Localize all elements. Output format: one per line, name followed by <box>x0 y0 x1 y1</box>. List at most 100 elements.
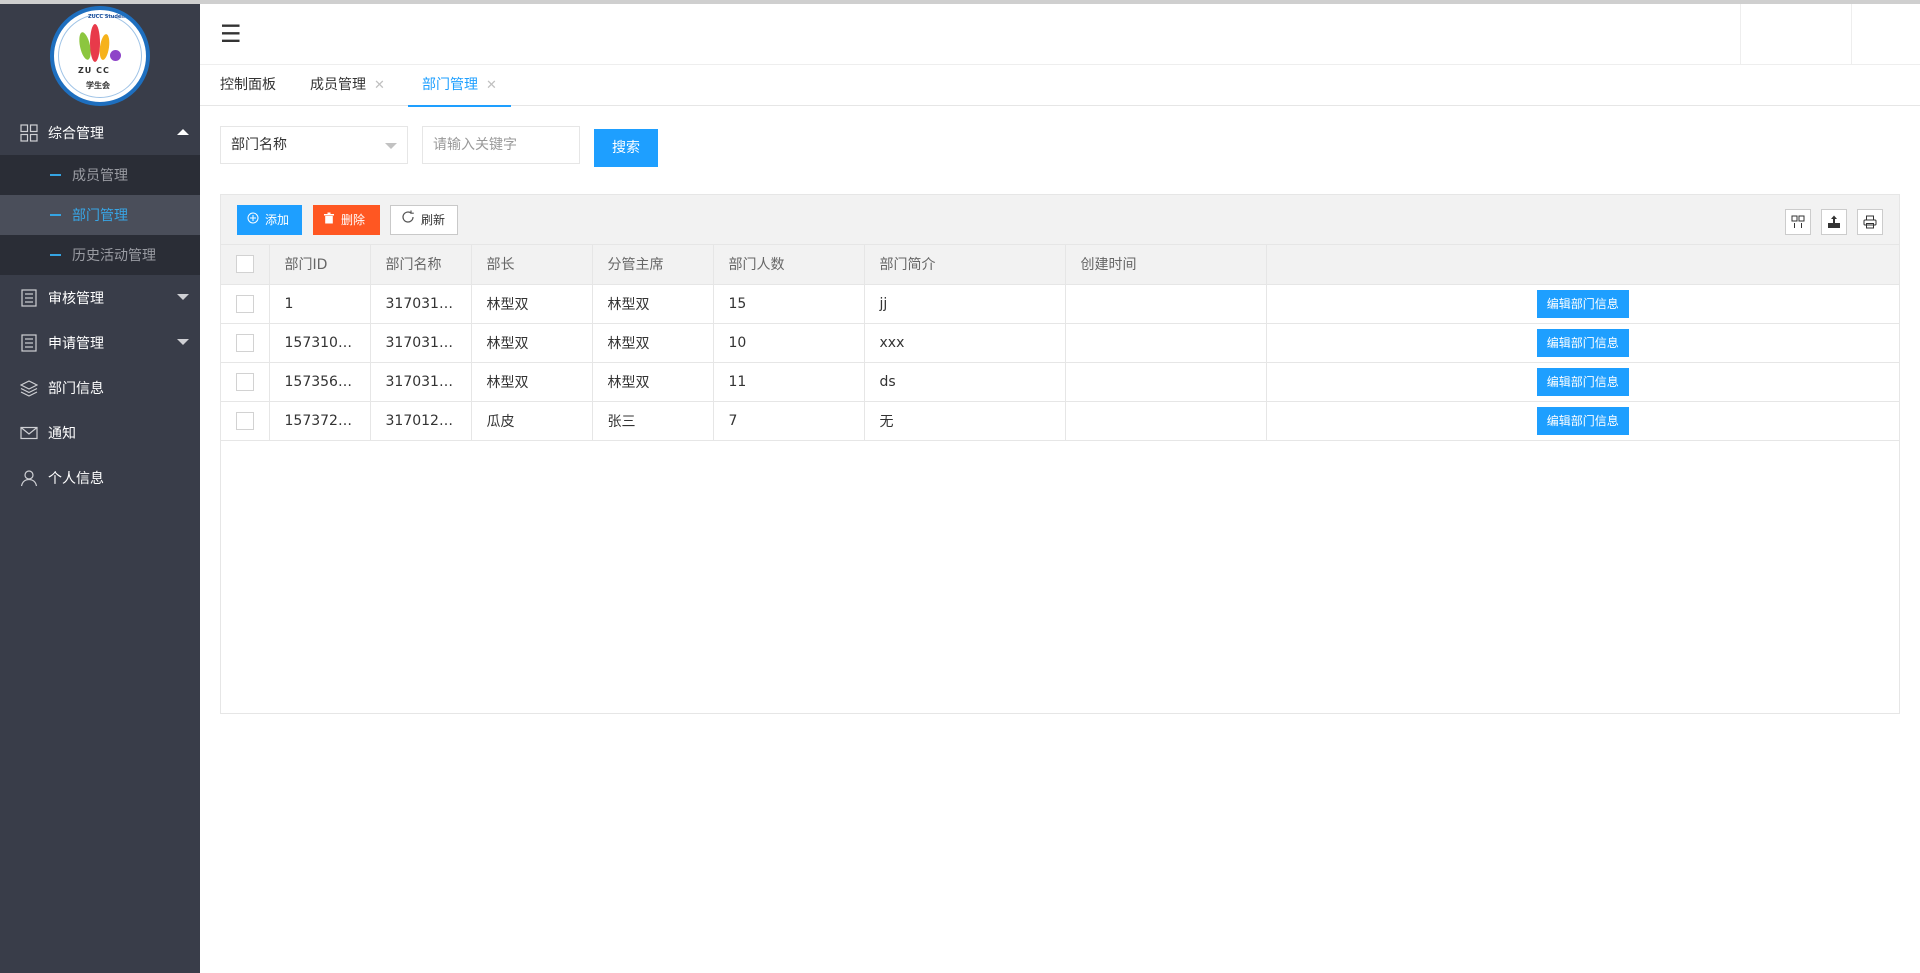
cell-dept-id: 1573103... <box>269 323 371 363</box>
caret-down-icon <box>177 339 189 345</box>
close-icon[interactable]: ✕ <box>486 78 497 93</box>
checkbox-cell <box>221 401 270 441</box>
edit-dept-button[interactable]: 编辑部门信息 <box>1536 289 1629 318</box>
cell-count: 15 <box>713 284 865 324</box>
cell-chairman: 张三 <box>592 401 714 441</box>
refresh-button[interactable]: 刷新 <box>390 205 458 235</box>
cell-intro: xxx <box>864 323 1066 363</box>
nav-item-profile[interactable]: 个人信息 <box>0 455 200 500</box>
cell-dept-name: 31703178 <box>370 284 472 324</box>
select-all-checkbox[interactable] <box>236 255 254 274</box>
tab-label: 成员管理 <box>310 77 366 93</box>
header-divider <box>1851 4 1852 64</box>
nav-group-general[interactable]: 综合管理 <box>0 110 200 155</box>
column-header[interactable]: 分管主席 <box>592 245 714 285</box>
logo-shape <box>90 24 100 62</box>
cell-dept-id: 1573720... <box>269 401 371 441</box>
column-header-actions <box>1266 245 1899 285</box>
nav-item-label: 部门信息 <box>48 380 104 397</box>
column-header[interactable]: 部门ID <box>269 245 371 285</box>
row-checkbox[interactable] <box>236 372 254 391</box>
keyword-input[interactable] <box>422 126 580 164</box>
checkbox-cell <box>221 284 270 324</box>
row-checkbox[interactable] <box>236 411 254 430</box>
logo-text: ZU CC <box>78 66 110 75</box>
cell-minister: 瓜皮 <box>471 401 593 441</box>
cell-count: 10 <box>713 323 865 363</box>
actions-cell: 编辑部门信息 <box>1266 401 1899 441</box>
cell-minister: 林型双 <box>471 362 593 402</box>
nav-group-apply[interactable]: 申请管理 <box>0 320 200 365</box>
column-header[interactable]: 部门人数 <box>713 245 865 285</box>
checkbox-cell <box>221 323 270 363</box>
cell-minister: 林型双 <box>471 323 593 363</box>
cell-created <box>1065 284 1267 324</box>
list-doc-icon <box>19 333 39 353</box>
nav-item-label: 通知 <box>48 425 76 442</box>
refresh-icon <box>401 205 415 235</box>
cell-count: 11 <box>713 362 865 402</box>
column-header[interactable]: 部长 <box>471 245 593 285</box>
sidebar-item-history[interactable]: 历史活动管理 <box>0 235 200 275</box>
sidebar-item-label: 部门管理 <box>72 208 128 224</box>
table-row: 1573720... 31701234 瓜皮 张三 7 无 编辑部门信息 <box>221 401 1899 441</box>
nav-item-dept-info[interactable]: 部门信息 <box>0 365 200 410</box>
sidebar-item-members[interactable]: 成员管理 <box>0 155 200 195</box>
actions-cell: 编辑部门信息 <box>1266 323 1899 363</box>
logo[interactable]: ZUCC Student Union ZU CC 学生会 <box>50 6 150 106</box>
columns-filter-icon[interactable] <box>1785 209 1811 235</box>
column-header[interactable]: 部门简介 <box>864 245 1066 285</box>
print-icon[interactable] <box>1857 209 1883 235</box>
nav-group-label: 申请管理 <box>48 335 104 352</box>
tab-departments[interactable]: 部门管理 ✕ <box>408 65 511 107</box>
cell-count: 7 <box>713 401 865 441</box>
tab-label: 控制面板 <box>220 77 276 93</box>
delete-button[interactable]: 删除 <box>313 205 380 235</box>
column-header[interactable]: 部门名称 <box>370 245 472 285</box>
tab-label: 部门管理 <box>422 77 478 93</box>
cell-chairman: 林型双 <box>592 284 714 324</box>
edit-dept-button[interactable]: 编辑部门信息 <box>1536 328 1629 357</box>
delete-label: 删除 <box>341 213 366 227</box>
table-row: 1 31703178 林型双 林型双 15 jj 编辑部门信息 <box>221 284 1899 324</box>
table-toolbar: 添加 删除 刷新 <box>221 195 1899 245</box>
search-button[interactable]: 搜索 <box>594 129 658 167</box>
export-icon[interactable] <box>1821 209 1847 235</box>
add-label: 添加 <box>265 213 290 227</box>
dash-icon <box>50 254 61 256</box>
cell-created <box>1065 401 1267 441</box>
cell-minister: 林型双 <box>471 284 593 324</box>
edit-dept-button[interactable]: 编辑部门信息 <box>1536 406 1629 435</box>
mail-icon <box>19 423 39 443</box>
tab-dashboard[interactable]: 控制面板 <box>220 65 276 106</box>
nav-group-review[interactable]: 审核管理 <box>0 275 200 320</box>
chevron-down-icon <box>385 143 397 149</box>
refresh-label: 刷新 <box>421 213 446 227</box>
table-row: 1573569... 31703178 林型双 林型双 11 ds 编辑部门信息 <box>221 362 1899 402</box>
tab-members[interactable]: 成员管理 ✕ <box>310 65 385 106</box>
top-header: ☰ <box>200 4 1920 65</box>
nav-item-notice[interactable]: 通知 <box>0 410 200 455</box>
column-header[interactable]: 创建时间 <box>1065 245 1267 285</box>
cell-chairman: 林型双 <box>592 323 714 363</box>
add-button[interactable]: 添加 <box>237 205 302 235</box>
search-field-select[interactable]: 部门名称 <box>220 126 408 164</box>
sidebar-item-label: 历史活动管理 <box>72 248 156 264</box>
edit-dept-button[interactable]: 编辑部门信息 <box>1536 367 1629 396</box>
logo-text: 学生会 <box>86 81 110 90</box>
cell-created <box>1065 362 1267 402</box>
nav-group-label: 综合管理 <box>48 125 104 142</box>
hamburger-menu-icon[interactable]: ☰ <box>220 22 242 46</box>
cell-dept-name: 31703178 <box>370 362 472 402</box>
tab-bar: 控制面板 成员管理 ✕ 部门管理 ✕ <box>200 65 1920 107</box>
table-row: 1573103... 31703178 林型双 林型双 10 xxx 编辑部门信… <box>221 323 1899 363</box>
close-icon[interactable]: ✕ <box>374 78 385 93</box>
sidebar-item-departments[interactable]: 部门管理 <box>0 195 200 235</box>
header-checkbox-cell <box>221 245 270 285</box>
side-nav: 综合管理 成员管理 部门管理 历史活动管理 审核管理 申请管理 部门信息 通知 … <box>0 110 200 500</box>
department-table: 部门ID 部门名称 部长 分管主席 部门人数 部门简介 创建时间 1 31703… <box>221 245 1899 441</box>
row-checkbox[interactable] <box>236 333 254 352</box>
header-divider <box>1740 4 1741 64</box>
row-checkbox[interactable] <box>236 294 254 313</box>
caret-up-icon <box>177 129 189 135</box>
